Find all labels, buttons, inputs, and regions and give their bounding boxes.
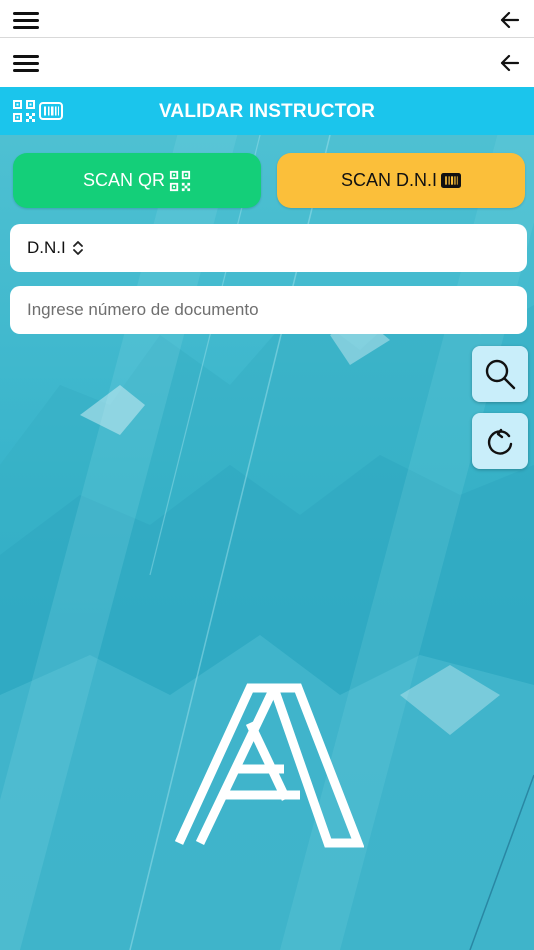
page-title: VALIDAR INSTRUCTOR xyxy=(158,101,376,122)
top-nav-bar-1 xyxy=(0,0,534,38)
page-title-bar: VALIDAR INSTRUCTOR xyxy=(0,87,534,135)
document-number-input[interactable] xyxy=(10,286,527,334)
search-icon xyxy=(485,359,516,390)
back-arrow-icon[interactable] xyxy=(498,8,522,32)
scan-dni-button[interactable]: SCAN D.N.I xyxy=(277,153,525,208)
refresh-icon xyxy=(487,428,513,455)
scan-qr-button[interactable]: SCAN QR xyxy=(13,153,261,208)
search-button[interactable] xyxy=(472,346,528,402)
document-type-select[interactable]: D.N.I xyxy=(10,224,527,272)
top-nav-bar-2 xyxy=(0,38,534,87)
scan-qr-label: SCAN QR xyxy=(82,170,165,190)
barcode-icon xyxy=(441,173,461,188)
chevron-updown-icon xyxy=(72,241,83,255)
logo-a-icon xyxy=(174,683,364,848)
qr-code-icon xyxy=(169,170,191,191)
scan-dni-label: SCAN D.N.I xyxy=(340,170,437,190)
document-type-value: D.N.I xyxy=(27,238,66,257)
refresh-button[interactable] xyxy=(472,413,528,469)
back-arrow-icon[interactable] xyxy=(498,51,522,75)
menu-icon[interactable] xyxy=(13,55,39,72)
menu-icon[interactable] xyxy=(13,12,39,29)
